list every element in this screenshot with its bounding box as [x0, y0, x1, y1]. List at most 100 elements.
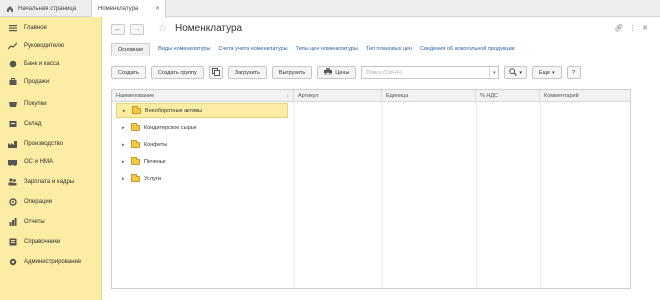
folder-icon	[131, 173, 140, 182]
factory-icon	[8, 140, 17, 149]
sidebar-item-references[interactable]: Справочники	[0, 233, 102, 251]
row-name-cell[interactable]: ▸ Печенье	[116, 154, 288, 169]
sidebar-item-sales[interactable]: Продажи	[0, 73, 102, 91]
link-price-types[interactable]: Типы цен номенклатуры	[296, 46, 358, 52]
prices-label: Цены	[335, 69, 350, 76]
folder-icon	[131, 156, 140, 165]
sidebar-item-label: Покупки	[24, 101, 47, 107]
table-row[interactable]: ▸ Кондитерское сырье	[112, 119, 630, 136]
command-bar: Создать Создать группу Загрузить Выгрузи…	[111, 66, 651, 79]
column-header-article[interactable]: Артикул	[294, 90, 382, 102]
sidebar-item-label: Зарплата и кадры	[24, 179, 75, 185]
copy-icon	[211, 67, 220, 78]
warehouse-icon	[8, 120, 17, 129]
sidebar-item-production[interactable]: Производство	[0, 135, 102, 153]
assets-icon	[8, 158, 17, 167]
sidebar-item-label: Руководителю	[24, 43, 65, 49]
navigation-links: Основная Виды номенклатуры Счета учета н…	[111, 42, 515, 56]
row-name-cell[interactable]: ▸ Кондитерское сырье	[116, 120, 288, 135]
expand-arrow-icon[interactable]: ▸	[122, 142, 128, 148]
folder-icon	[132, 105, 141, 114]
more-vertical-icon[interactable]: ⋮	[629, 24, 636, 32]
sidebar-item-label: Банк и касса	[24, 61, 60, 67]
sidebar-item-bank[interactable]: Банк и касса	[0, 55, 102, 73]
sidebar-item-label: Администрирование	[24, 259, 82, 265]
expand-arrow-icon[interactable]: ▸	[122, 176, 128, 182]
sidebar-item-salary[interactable]: Зарплата и кадры	[0, 173, 102, 191]
row-name-cell[interactable]: ▸ Внеоборотные активы	[116, 103, 288, 118]
sidebar-item-warehouse[interactable]: Склад	[0, 115, 102, 133]
table-row[interactable]: ▸ Услуги	[112, 170, 630, 187]
tab-nomenclature[interactable]: Номенклатура ✕	[92, 0, 166, 18]
sidebar-item-operations[interactable]: Операции	[0, 193, 102, 211]
sidebar-item-label: Отчеты	[24, 219, 45, 225]
items-table: Наименование ↓ Артикул Единица % НДС Ком…	[111, 89, 631, 289]
tab-bar: Начальная страница Номенклатура ✕	[0, 0, 660, 18]
sidebar-item-label: Операции	[24, 199, 53, 205]
prices-button[interactable]: Цены	[317, 66, 357, 79]
download-button[interactable]: Выгрузить	[271, 66, 313, 79]
tab-home[interactable]: Начальная страница	[0, 0, 92, 17]
chevron-down-icon: ▾	[552, 69, 555, 76]
sidebar-item-label: ОС и НМА	[24, 159, 54, 165]
search-input[interactable]: Поиск (Ctrl+F) ▾	[361, 66, 500, 79]
sidebar-item-label: Продажи	[24, 79, 50, 85]
printer-icon	[324, 68, 333, 77]
search-button[interactable]: ▾	[504, 66, 527, 79]
column-header-label: Наименование	[116, 93, 155, 99]
table-row[interactable]: ▸ Внеоборотные активы	[112, 102, 630, 119]
close-icon[interactable]: ✕	[155, 5, 160, 12]
create-group-button[interactable]: Создать группу	[150, 66, 204, 79]
row-name-cell[interactable]: ▸ Конфеты	[116, 137, 288, 152]
chart-icon	[8, 218, 17, 227]
sidebar-item-admin[interactable]: Администрирование	[0, 253, 102, 271]
sidebar-item-label: Производство	[24, 141, 64, 147]
expand-arrow-icon[interactable]: ▸	[122, 125, 128, 131]
sidebar-item-assets[interactable]: ОС и НМА	[0, 153, 102, 171]
close-icon[interactable]: ✕	[642, 24, 648, 32]
chevron-down-icon[interactable]: ▾	[489, 67, 498, 78]
sidebar-item-reports[interactable]: Отчеты	[0, 213, 102, 231]
create-button[interactable]: Создать	[111, 66, 146, 79]
column-header-comment[interactable]: Комментарий	[540, 90, 630, 102]
favorite-star-icon[interactable]: ☆	[158, 23, 167, 35]
book-icon	[8, 238, 17, 247]
row-name-cell[interactable]: ▸ Услуги	[116, 171, 288, 186]
sidebar-item-purchases[interactable]: Покупки	[0, 95, 102, 113]
sidebar-item-manager[interactable]: Руководителю	[0, 37, 102, 55]
expand-arrow-icon[interactable]: ▸	[122, 159, 128, 165]
basket-icon	[8, 100, 17, 109]
tab-nomenclature-label: Номенклатура	[98, 6, 139, 12]
table-row[interactable]: ▸ Конфеты	[112, 136, 630, 153]
menu-icon	[8, 24, 17, 33]
help-button[interactable]: ?	[566, 66, 581, 79]
column-header-name[interactable]: Наименование ↓	[112, 90, 294, 102]
table-row[interactable]: ▸ Печенье	[112, 153, 630, 170]
column-header-unit[interactable]: Единица	[382, 90, 476, 102]
copy-button[interactable]	[208, 66, 223, 79]
link-icon[interactable]: 🔗︎	[614, 24, 623, 32]
tab-home-label: Начальная страница	[18, 5, 77, 12]
main-panel: ← → ☆ Номенклатура 🔗︎ ⋮ ✕ Основная Виды …	[103, 18, 660, 300]
row-label: Услуги	[144, 175, 161, 182]
link-alcohol-info[interactable]: Сведения об алкогольной продукции	[420, 46, 514, 52]
sidebar: Главное Руководителю Банк и касса Продаж…	[0, 17, 102, 300]
folder-icon	[131, 122, 140, 131]
link-item-types[interactable]: Виды номенклатуры	[158, 46, 210, 52]
forward-button[interactable]: →	[130, 24, 144, 35]
back-button[interactable]: ←	[111, 24, 125, 35]
forward-arrow-icon: →	[133, 26, 141, 33]
more-button[interactable]: Еще ▾	[531, 66, 562, 79]
link-planned-price-type[interactable]: Тип плановых цен	[366, 46, 412, 52]
upload-button[interactable]: Загрузить	[227, 66, 267, 79]
window-controls: 🔗︎ ⋮ ✕	[614, 24, 648, 32]
operations-icon	[8, 198, 17, 207]
search-icon	[509, 67, 518, 78]
row-label: Печенье	[144, 158, 166, 165]
sidebar-item-main[interactable]: Главное	[0, 19, 102, 37]
link-accounts[interactable]: Счета учета номенклатуры	[218, 46, 287, 52]
expand-arrow-icon[interactable]: ▸	[123, 108, 129, 114]
link-main[interactable]: Основная	[111, 42, 151, 56]
row-label: Внеоборотные активы	[145, 107, 203, 114]
column-header-vat[interactable]: % НДС	[476, 90, 540, 102]
